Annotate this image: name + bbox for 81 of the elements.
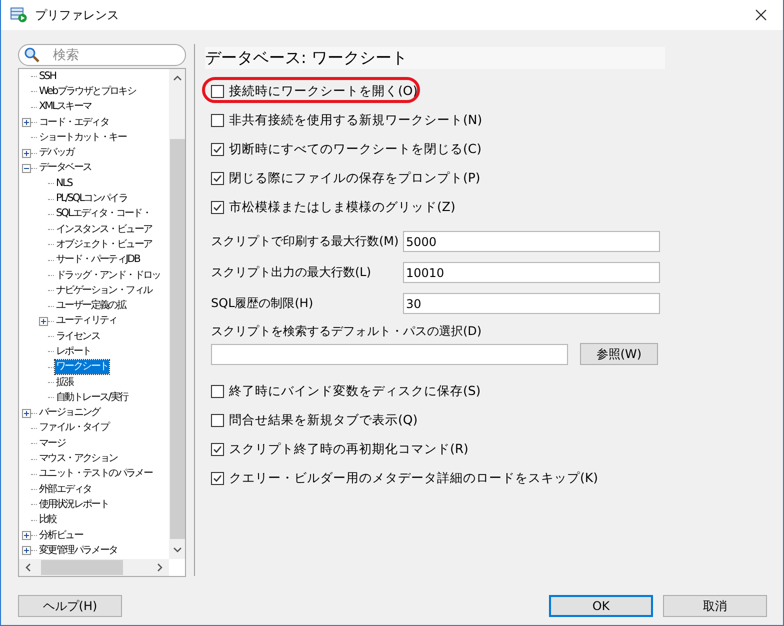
tree-item[interactable]: SSH [38,70,57,84]
tree-item[interactable]: ライセンス [55,330,101,344]
close-icon[interactable] [755,9,767,21]
checkbox[interactable] [211,385,224,398]
help-button[interactable]: ヘルプ(H) [18,595,122,617]
checkbox[interactable] [211,172,224,185]
tree-item[interactable]: インスタンス・ビューア [55,222,153,237]
checkbox-label: 接続時にワークシートを開く(O) [229,83,418,100]
search-field[interactable]: 検索 [18,44,186,66]
tree-item[interactable]: XMLスキーマ [38,100,92,114]
tree-item[interactable]: SQLエディタ・コード・ [55,207,152,222]
tree-item[interactable]: デバッガ [38,146,75,160]
cancel-button[interactable]: 取消 [663,595,767,617]
expand-icon[interactable] [22,531,31,540]
scroll-down-icon[interactable] [172,547,182,553]
checkbox[interactable] [211,472,224,485]
tree-item[interactable]: サード・パーティJDB [55,253,141,268]
tree-item[interactable]: 自動トレース/実行 [55,390,129,405]
tree-item[interactable]: 拡張 [55,376,74,390]
horizontal-scrollbar[interactable] [19,559,169,576]
tree-item[interactable]: データベース [38,161,92,176]
checkbox-label: クエリー・ビルダー用のメタデータ詳細のロードをスキップ(K) [229,470,598,487]
tree-item[interactable]: ユーティリティ [55,314,118,328]
field-label: スクリプトを検索するデフォルト・パスの選択(D) [211,323,483,340]
tree-item[interactable]: バージョニング [38,406,101,420]
field-label: スクリプトで印刷する最大行数(M) [211,233,400,250]
tree-item[interactable]: コード・エディタ [38,116,110,130]
checkbox-label: 問合せ結果を新規タブで表示(Q) [229,412,418,429]
tree-item[interactable]: Webブラウザとプロキシ [38,84,137,99]
tree-item[interactable]: マウス・アクション [38,452,118,466]
search-icon [24,47,40,63]
expand-icon[interactable] [22,546,31,556]
expand-icon[interactable] [39,316,48,326]
tree-item[interactable]: 外部エディタ [38,482,92,497]
tree-item[interactable]: マージ [38,436,66,451]
tree-item[interactable]: NLS [55,176,73,191]
tree-item[interactable]: ファイル・タイプ [38,421,110,436]
collapse-icon[interactable] [22,164,31,173]
checkbox-label: 閉じる際にファイルの保存をプロンプト(P) [229,170,480,187]
input-field[interactable]: 5000 [403,231,660,252]
expand-icon[interactable] [22,118,31,128]
app-icon [10,7,28,23]
tree-item[interactable]: PL/SQLコンパイラ [55,192,128,206]
tree-item[interactable]: ナビゲーション・フィル [55,284,153,298]
ok-button[interactable]: OK [549,595,653,617]
tree-item[interactable]: ワークシート [55,360,110,374]
tree-item[interactable]: 変更管理パラメータ [38,544,118,558]
tree-item[interactable]: 使用状況レポート [38,498,110,512]
checkbox[interactable] [211,201,224,214]
tree-item[interactable]: ユーザー定義の拡 [55,299,127,314]
scroll-right-icon[interactable] [157,563,163,572]
tree-item[interactable]: ショートカット・キー [38,130,128,145]
tree-item[interactable]: レポート [55,344,92,359]
scroll-up-icon[interactable] [172,75,182,81]
checkbox-label: 終了時にバインド変数をディスクに保存(S) [229,383,481,400]
input-field[interactable]: 30 [403,293,660,314]
tree-item[interactable]: 比較 [38,513,58,528]
checkbox[interactable] [211,143,224,156]
checkbox[interactable] [211,443,224,456]
field-label: スクリプト出力の最大行数(L) [211,264,372,281]
field-label: SQL履歴の制限(H) [211,295,314,312]
checkbox-label: 市松模様またはしま模様のグリッド(Z) [229,199,456,216]
page-heading: データベース: ワークシート [205,47,665,69]
expand-icon[interactable] [22,148,31,158]
expand-icon[interactable] [22,408,31,418]
input-field[interactable]: 10010 [403,262,660,283]
tree-item[interactable]: オブジェクト・ビューア [55,238,153,252]
checkbox[interactable] [211,114,224,127]
browse-button[interactable]: 参照(W) [580,343,658,365]
checkbox[interactable] [211,85,224,98]
tree-item[interactable]: ユニット・テストのパラメー [38,467,154,482]
scroll-left-icon[interactable] [25,563,31,572]
checkbox-label: 非共有接続を使用する新規ワークシート(N) [229,112,482,129]
checkbox-label: スクリプト終了時の再初期化コマンド(R) [229,441,468,458]
input-field[interactable] [211,344,568,364]
checkbox-label: 切断時にすべてのワークシートを閉じる(C) [229,141,482,158]
checkbox[interactable] [211,414,224,427]
window-title: プリファレンス [35,6,120,24]
tree-item[interactable]: 分析ビュー [38,528,84,543]
tree-item[interactable]: ドラッグ・アンド・ドロッ [55,268,162,282]
vertical-scrollbar[interactable] [169,69,185,559]
